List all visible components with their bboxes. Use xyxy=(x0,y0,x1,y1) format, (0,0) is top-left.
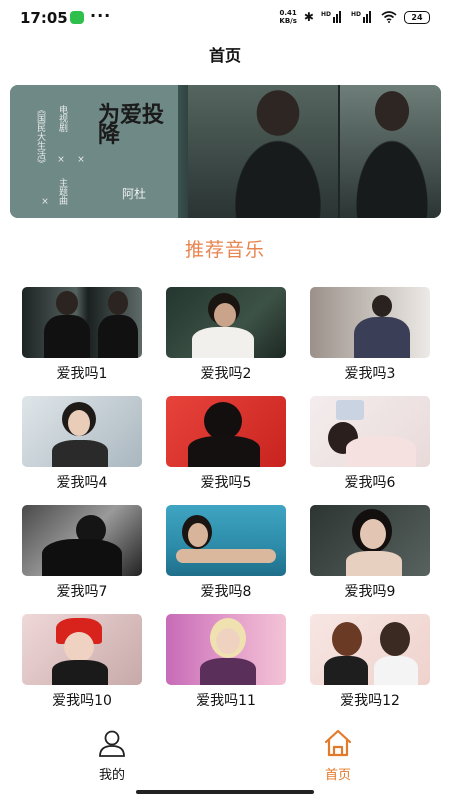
song-title: 爱我吗3 xyxy=(344,366,396,382)
banner-photo xyxy=(340,85,441,218)
banner-photo xyxy=(188,85,338,218)
bluetooth-icon: ✱ xyxy=(303,10,314,24)
signal-icon: HD xyxy=(351,11,374,23)
song-cover xyxy=(166,614,286,685)
more-icon: ··· xyxy=(90,6,112,25)
status-bar: 17:05 ··· 0.41 KB/s ✱ HD HD 24 xyxy=(0,0,450,36)
nav-item-mine[interactable]: 我的 xyxy=(72,728,152,783)
song-cover xyxy=(310,287,430,358)
song-card[interactable]: 爱我吗4 xyxy=(22,396,142,492)
song-card[interactable]: 爱我吗11 xyxy=(166,614,286,710)
sim2-label: HD xyxy=(350,11,361,18)
user-icon xyxy=(99,730,125,757)
home-icon xyxy=(324,729,352,757)
song-cover xyxy=(22,505,142,576)
song-cover xyxy=(166,396,286,467)
song-title: 爱我吗5 xyxy=(200,475,252,491)
song-title: 爱我吗10 xyxy=(52,693,112,709)
song-card[interactable]: 爱我吗1 xyxy=(22,287,142,383)
song-card[interactable]: 爱我吗8 xyxy=(166,505,286,601)
battery-icon: 24 xyxy=(404,10,430,24)
song-title: 爱我吗8 xyxy=(200,584,252,600)
song-cover xyxy=(22,287,142,358)
song-card[interactable]: 爱我吗9 xyxy=(310,505,430,601)
banner-tv-label: 电视剧 xyxy=(57,105,67,132)
song-cover xyxy=(310,505,430,576)
song-title: 爱我吗6 xyxy=(344,475,396,491)
nav-label-home: 首页 xyxy=(324,768,351,783)
song-title: 爱我吗2 xyxy=(200,366,252,382)
song-card[interactable]: 爱我吗3 xyxy=(310,287,430,383)
banner-mark: × xyxy=(40,197,50,207)
page-title: 首页 xyxy=(208,46,241,65)
section-title: 推荐音乐 xyxy=(184,239,265,261)
song-cover xyxy=(166,505,286,576)
sim1-label: HD xyxy=(320,11,331,18)
song-title: 爱我吗1 xyxy=(56,366,108,382)
wechat-icon xyxy=(70,11,84,24)
banner-song-title: 为爱投降 xyxy=(98,102,165,148)
song-cover xyxy=(166,287,286,358)
song-card[interactable]: 爱我吗6 xyxy=(310,396,430,492)
banner-artist: 阿杜 xyxy=(122,187,147,201)
song-title: 爱我吗4 xyxy=(56,475,108,491)
status-time: 17:05 xyxy=(20,9,68,27)
status-right: 0.41 KB/s ✱ HD HD 24 xyxy=(279,9,430,25)
song-cover xyxy=(310,614,430,685)
nav-label-mine: 我的 xyxy=(98,768,125,783)
nav-item-home[interactable]: 首页 xyxy=(298,728,378,783)
bottom-nav: 我的 首页 xyxy=(0,728,450,788)
banner[interactable]: 《国民大生活》 电视剧 × 主题曲 × × 为爱投降 阿杜 xyxy=(10,85,441,218)
song-card[interactable]: 爱我吗10 xyxy=(22,614,142,710)
song-cover xyxy=(22,396,142,467)
song-card[interactable]: 爱我吗12 xyxy=(310,614,430,710)
song-title: 爱我吗9 xyxy=(344,584,396,600)
network-speed-unit: KB/s xyxy=(279,17,297,25)
song-card[interactable]: 爱我吗5 xyxy=(166,396,286,492)
song-title: 爱我吗7 xyxy=(56,584,108,600)
song-card[interactable]: 爱我吗2 xyxy=(166,287,286,383)
wifi-icon xyxy=(381,11,397,23)
banner-text-panel: 《国民大生活》 电视剧 × 主题曲 × × 为爱投降 阿杜 xyxy=(10,85,178,218)
banner-mark: × xyxy=(56,155,66,165)
home-indicator[interactable] xyxy=(136,790,314,794)
banner-theme-label: 主题曲 xyxy=(57,178,67,205)
banner-show-name: 《国民大生活》 xyxy=(35,105,45,168)
song-title: 爱我吗12 xyxy=(340,693,400,709)
banner-mark: × xyxy=(76,155,86,165)
song-cover xyxy=(310,396,430,467)
song-card[interactable]: 爱我吗7 xyxy=(22,505,142,601)
network-speed: 0.41 KB/s xyxy=(279,9,296,25)
song-cover xyxy=(22,614,142,685)
network-speed-value: 0.41 xyxy=(279,9,297,17)
signal-icon: HD xyxy=(321,11,344,23)
song-title: 爱我吗11 xyxy=(196,693,256,709)
